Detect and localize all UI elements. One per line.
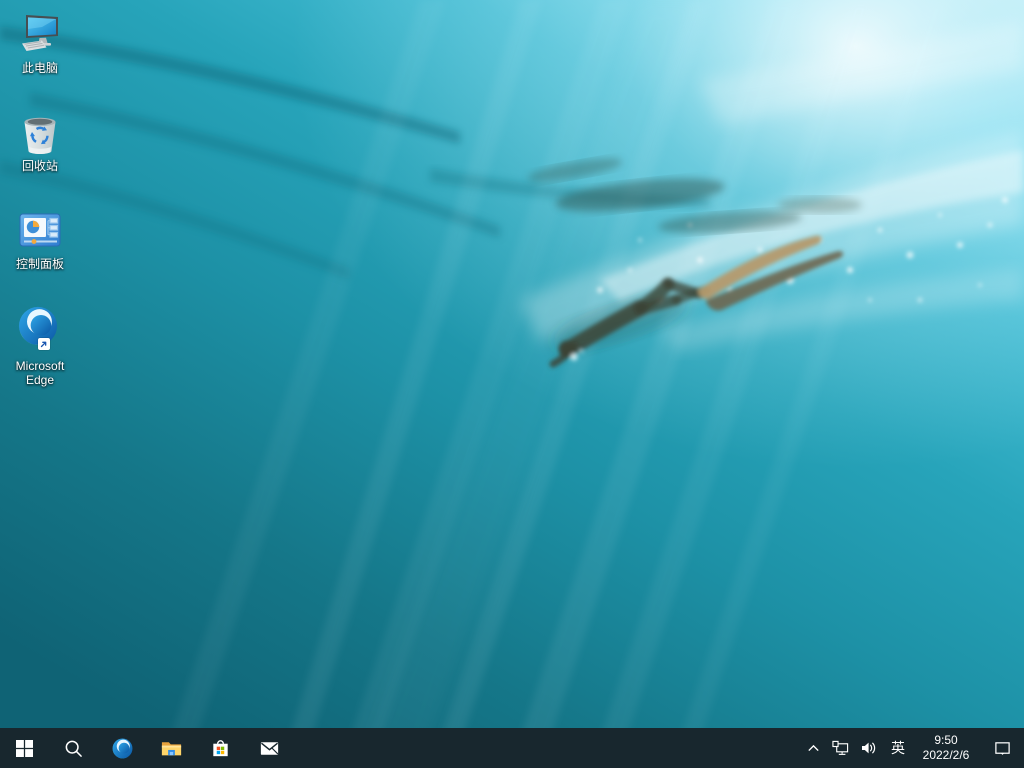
network-ethernet-icon xyxy=(832,740,849,757)
chevron-up-icon xyxy=(806,741,821,756)
windows-logo-icon xyxy=(16,740,33,757)
desktop-icon-label: 控制面板 xyxy=(16,257,64,271)
clock-date: 2022/2/6 xyxy=(923,748,970,763)
microsoft-store-icon xyxy=(209,737,232,760)
desktop-icon-list: 此电脑 回收站 xyxy=(1,6,79,416)
tray-chevron-up-button[interactable] xyxy=(800,728,826,768)
start-button[interactable] xyxy=(0,728,49,768)
desktop-icon-label: 回收站 xyxy=(22,159,58,173)
tray-clock[interactable]: 9:50 2022/2/6 xyxy=(912,728,980,768)
desktop-icon-recycle-bin[interactable]: 回收站 xyxy=(2,104,78,174)
language-label: 英 xyxy=(891,738,905,758)
taskbar-edge-button[interactable] xyxy=(98,728,147,768)
tray-network-button[interactable] xyxy=(826,728,854,768)
tray-language-indicator[interactable]: 英 xyxy=(884,728,912,768)
action-center-icon xyxy=(994,740,1011,757)
recycle-bin-icon xyxy=(16,108,64,156)
search-button[interactable] xyxy=(49,728,98,768)
volume-icon xyxy=(861,740,877,756)
desktop-wallpaper-underwater-diver xyxy=(0,0,1024,768)
edge-logo-icon xyxy=(111,737,134,760)
this-pc-icon xyxy=(16,10,64,58)
taskbar-mail-button[interactable] xyxy=(245,728,294,768)
mail-icon xyxy=(258,737,281,760)
desktop-icon-microsoft-edge[interactable]: Microsoft Edge xyxy=(2,300,78,388)
taskbar-store-button[interactable] xyxy=(196,728,245,768)
system-tray: 英 9:50 2022/2/6 xyxy=(800,728,1024,768)
taskbar-file-explorer-button[interactable] xyxy=(147,728,196,768)
search-icon xyxy=(64,739,83,758)
shortcut-arrow-icon xyxy=(38,338,50,350)
desktop-icon-this-pc[interactable]: 此电脑 xyxy=(2,6,78,76)
action-center-button[interactable] xyxy=(980,728,1024,768)
clock-time: 9:50 xyxy=(934,733,957,748)
desktop-icon-label: Microsoft Edge xyxy=(8,359,72,387)
control-panel-icon xyxy=(16,206,64,254)
taskbar: 英 9:50 2022/2/6 xyxy=(0,728,1024,768)
file-explorer-icon xyxy=(160,737,183,760)
desktop-icon-label: 此电脑 xyxy=(22,61,58,75)
tray-volume-button[interactable] xyxy=(854,728,884,768)
windows-desktop: 此电脑 回收站 xyxy=(0,0,1024,768)
desktop-icon-control-panel[interactable]: 控制面板 xyxy=(2,202,78,272)
microsoft-edge-icon xyxy=(16,304,64,356)
